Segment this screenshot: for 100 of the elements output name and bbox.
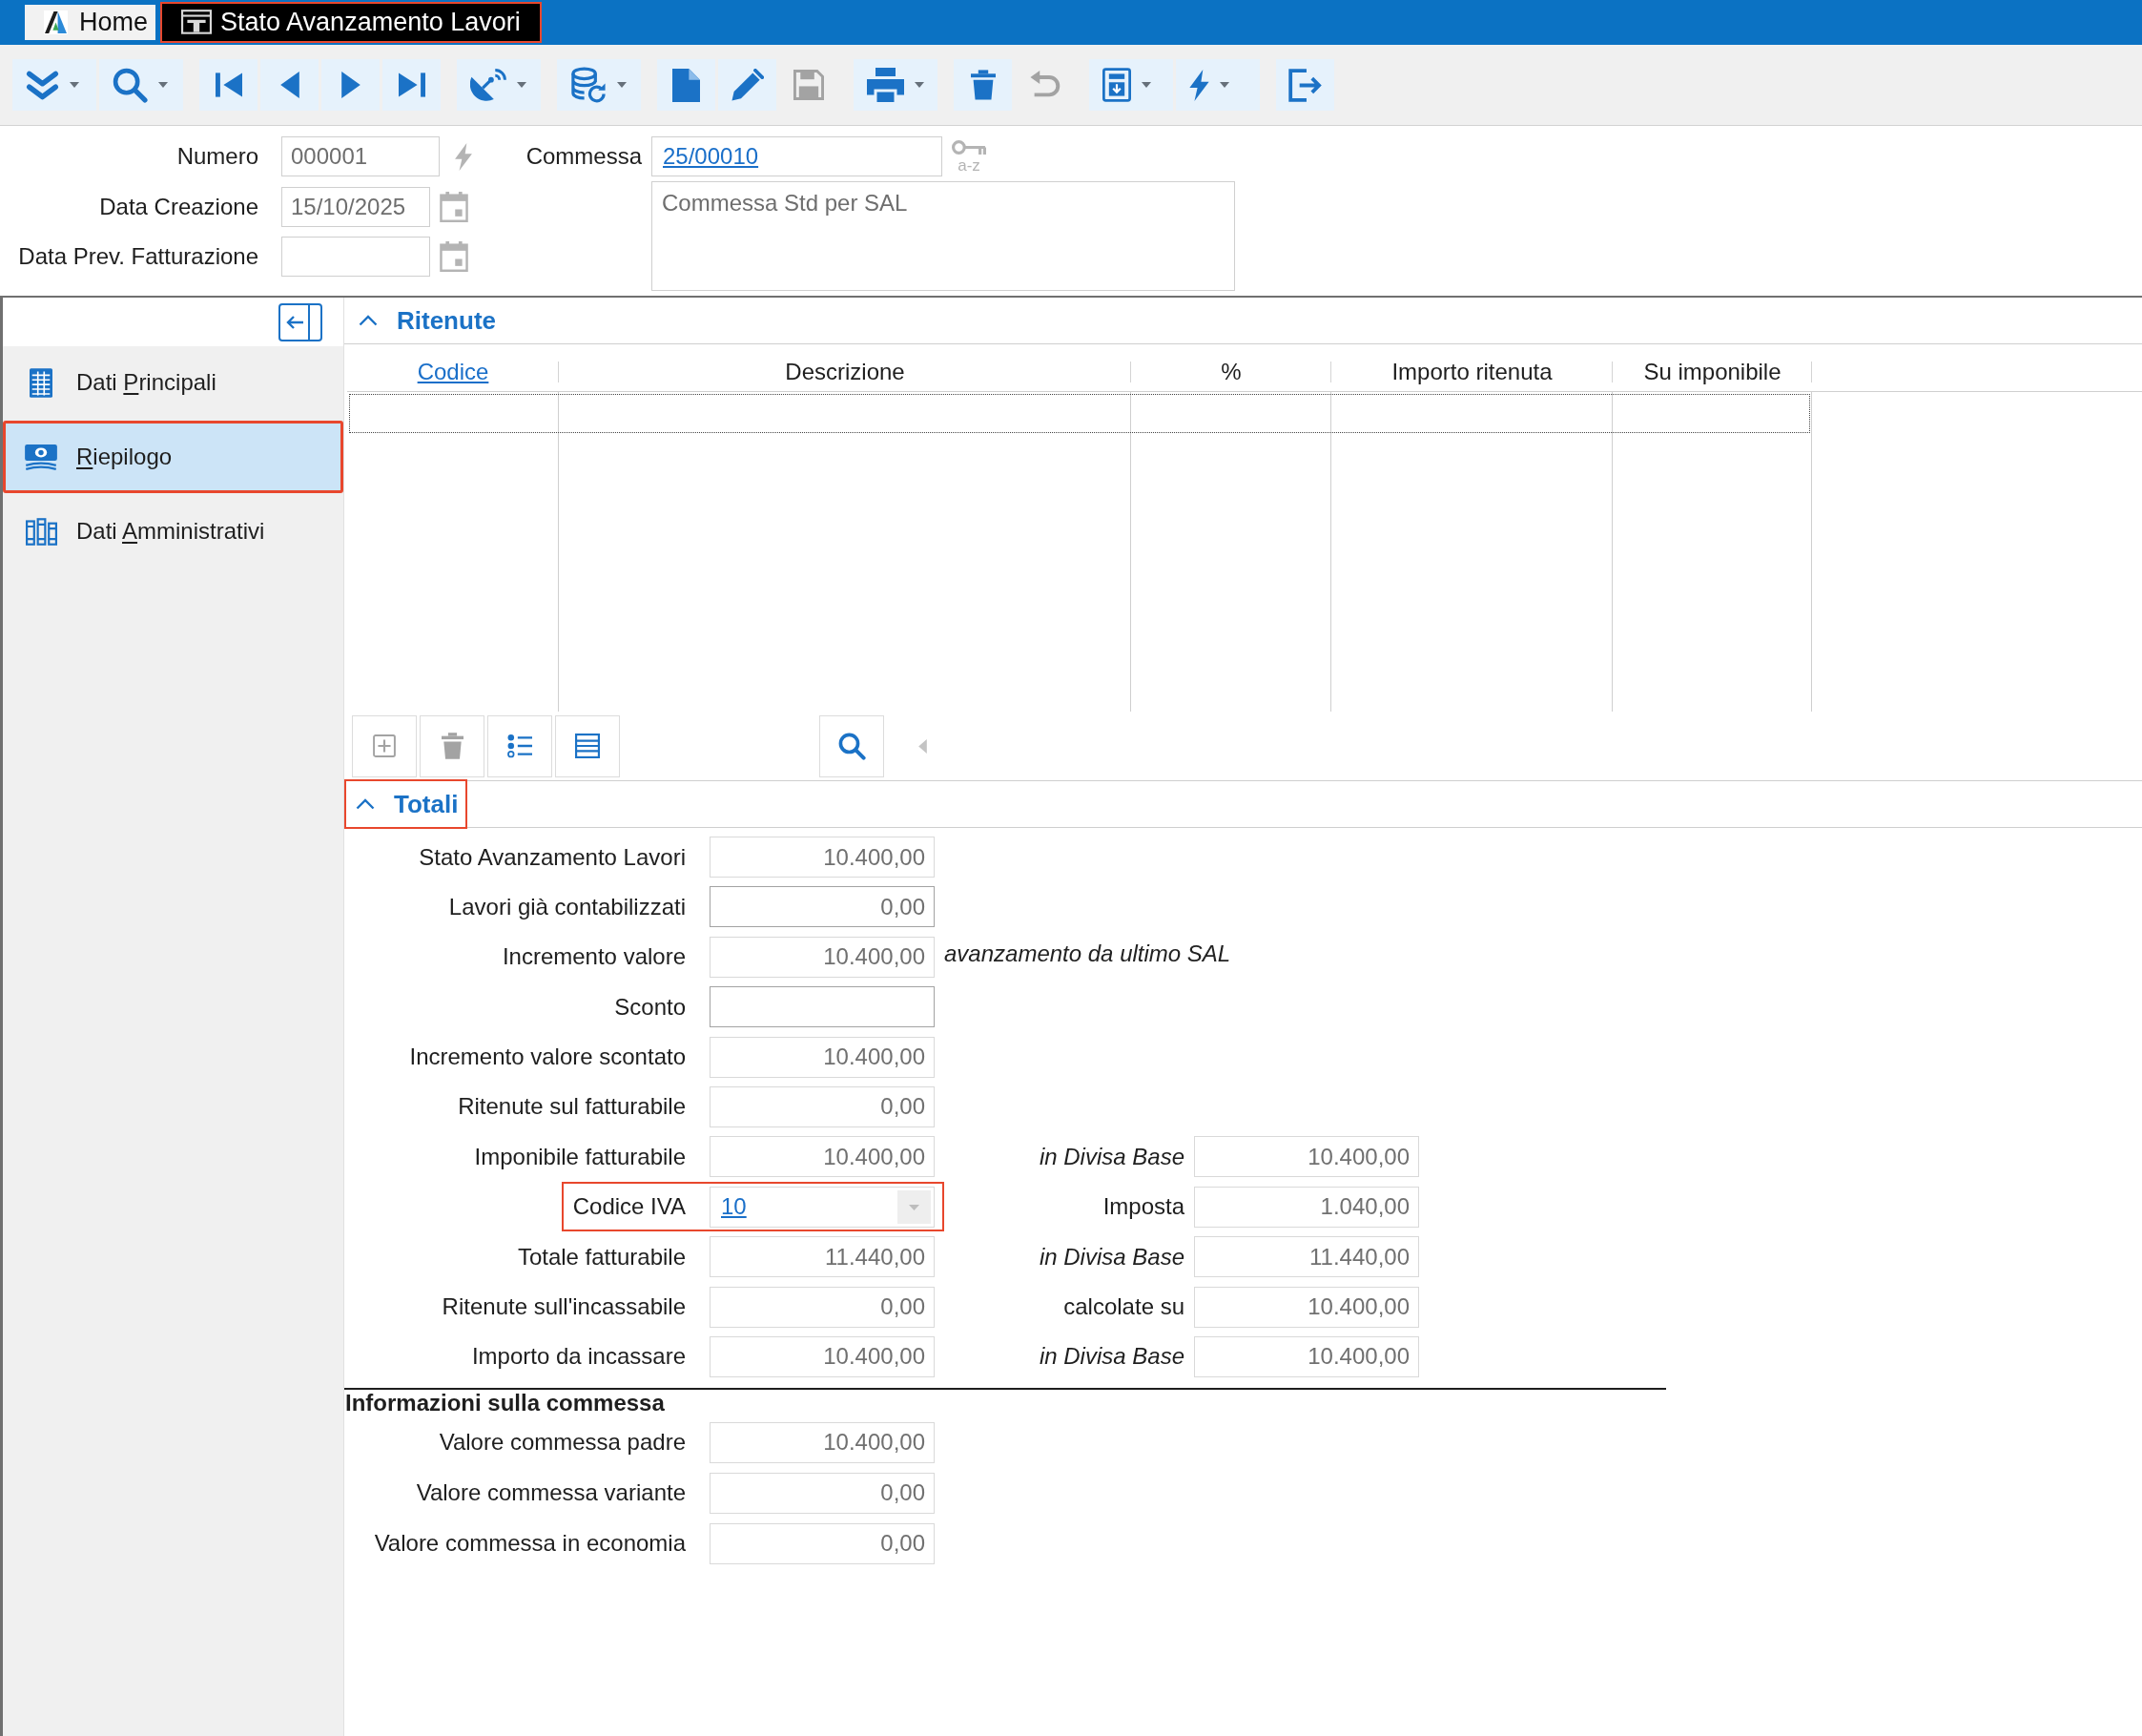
last-record-button[interactable] [382, 59, 441, 111]
field-label: Incremento valore scontato [409, 1044, 687, 1071]
field-label: Lavori già contabilizzati [448, 893, 687, 920]
field-label: in Divisa Base [1038, 1143, 1184, 1170]
input-field[interactable]: 0,00 [710, 1522, 935, 1564]
window-icon [181, 9, 213, 36]
field-note: avanzamento da ultimo SAL [944, 940, 1231, 968]
search-icon [837, 732, 866, 760]
edit-button[interactable] [718, 59, 776, 111]
field-label: Valore commessa variante [416, 1479, 687, 1507]
trash-icon [970, 70, 996, 100]
link[interactable]: 25/00010 [663, 143, 759, 170]
input-field[interactable]: 0,00 [710, 1085, 935, 1127]
chevron-up-icon [359, 315, 378, 326]
document-icon [672, 68, 700, 102]
exit-icon [1288, 68, 1322, 102]
collapse-panel-icon[interactable] [278, 303, 322, 341]
pencil-icon [731, 68, 764, 102]
sidebar-item[interactable]: Dati Principali [3, 346, 343, 419]
input-field[interactable]: 25/00010 [651, 136, 942, 176]
new-button[interactable] [657, 59, 715, 111]
field-label: in Divisa Base [1038, 1343, 1184, 1371]
books-icon [25, 517, 57, 546]
input-field[interactable]: 1.040,00 [1194, 1186, 1419, 1228]
first-icon [215, 72, 242, 98]
input-field[interactable]: 0,00 [710, 886, 935, 928]
field-label: Totale fatturabile [517, 1243, 687, 1271]
input-field[interactable]: 10.400,00 [710, 936, 935, 978]
satellite-dish-icon [470, 68, 506, 102]
next-icon [340, 72, 360, 98]
database-refresh-icon [570, 67, 607, 103]
column-header[interactable]: Codice [347, 353, 559, 391]
bullet-list-icon [507, 734, 532, 758]
input-field[interactable]: 0,00 [710, 1472, 935, 1514]
input-field[interactable]: 0,00 [710, 1286, 935, 1328]
print-button[interactable] [854, 59, 937, 111]
tab[interactable]: Stato Avanzamento Lavori [160, 2, 542, 43]
sidebar-item[interactable]: Riepilogo [3, 421, 343, 493]
section-toggle[interactable]: Totali [344, 779, 468, 829]
double-chevron-down-icon [26, 70, 59, 100]
dish-button[interactable] [457, 59, 541, 111]
printer-icon [867, 68, 904, 102]
lightning-button[interactable] [1176, 59, 1260, 111]
input-field[interactable]: 10.400,00 [710, 837, 935, 878]
input-field[interactable] [710, 986, 935, 1028]
sidebar-item[interactable]: Dati Amministrativi [3, 495, 343, 568]
date-field[interactable]: 15/10/2025 [281, 186, 430, 227]
input-field[interactable]: 11.440,00 [1194, 1236, 1419, 1278]
caret-icon [158, 82, 168, 88]
table-row[interactable] [347, 392, 1812, 435]
field-label: Codice IVA [572, 1193, 687, 1221]
column-header[interactable]: Descrizione [559, 353, 1131, 391]
icon-caption: a-z [958, 157, 980, 174]
column-header[interactable]: Su imponibile [1613, 353, 1812, 391]
lightning-icon [1189, 69, 1209, 101]
input-field[interactable]: 10.400,00 [710, 1335, 935, 1377]
report-button[interactable] [1089, 59, 1173, 111]
input-field[interactable]: 11.440,00 [710, 1236, 935, 1278]
field-label: Imponibile fatturabile [474, 1143, 687, 1170]
input-field[interactable]: 10.400,00 [1194, 1335, 1419, 1377]
trash-icon [441, 733, 463, 759]
field-label: Valore commessa padre [439, 1429, 687, 1457]
input-field[interactable]: 000001 [281, 136, 440, 176]
chevron-up-icon [356, 798, 375, 810]
section-toggle[interactable]: Ritenute [344, 299, 510, 342]
caret-icon [70, 82, 79, 88]
caret-icon [1220, 82, 1229, 88]
rows-icon [575, 734, 600, 758]
input-field[interactable]: 10.400,00 [1194, 1286, 1419, 1328]
field-label: Commessa [525, 143, 642, 170]
next-record-button[interactable] [321, 59, 380, 111]
column-header[interactable]: Importo ritenuta [1331, 353, 1613, 391]
detail-view-button[interactable] [555, 714, 620, 777]
search-button[interactable] [819, 714, 884, 777]
first-record-button[interactable] [199, 59, 257, 111]
link[interactable]: 10 [721, 1193, 747, 1221]
database-button[interactable] [557, 59, 641, 111]
search-button[interactable] [99, 59, 183, 111]
field-label: Ritenute sul fatturabile [458, 1093, 687, 1121]
column-header[interactable]: % [1131, 353, 1331, 391]
exit-button[interactable] [1276, 59, 1334, 111]
dropdown-field[interactable]: 10 [710, 1186, 935, 1228]
input-field[interactable]: 10.400,00 [710, 1036, 935, 1078]
input-field[interactable]: 10.400,00 [1194, 1136, 1419, 1178]
field-label: Stato Avanzamento Lavori [419, 843, 687, 871]
delete-button[interactable] [954, 59, 1012, 111]
spreadsheet-icon [30, 367, 52, 398]
list-view-button[interactable] [487, 714, 552, 777]
field-label: Importo da incassare [471, 1343, 687, 1371]
expand-all-button[interactable] [12, 59, 96, 111]
input-field[interactable]: 10.400,00 [710, 1136, 935, 1178]
tab[interactable]: Home [25, 5, 156, 40]
plus-square-icon [373, 734, 396, 757]
section-title: Informazioni sulla commessa [344, 1389, 665, 1416]
caret-icon [915, 82, 924, 88]
input-field[interactable]: 10.400,00 [710, 1421, 935, 1463]
previous-record-button[interactable] [260, 59, 319, 111]
date-field[interactable] [281, 237, 430, 277]
text-area[interactable]: Commessa Std per SAL [651, 181, 1235, 291]
field-label: Incremento valore [502, 943, 687, 971]
